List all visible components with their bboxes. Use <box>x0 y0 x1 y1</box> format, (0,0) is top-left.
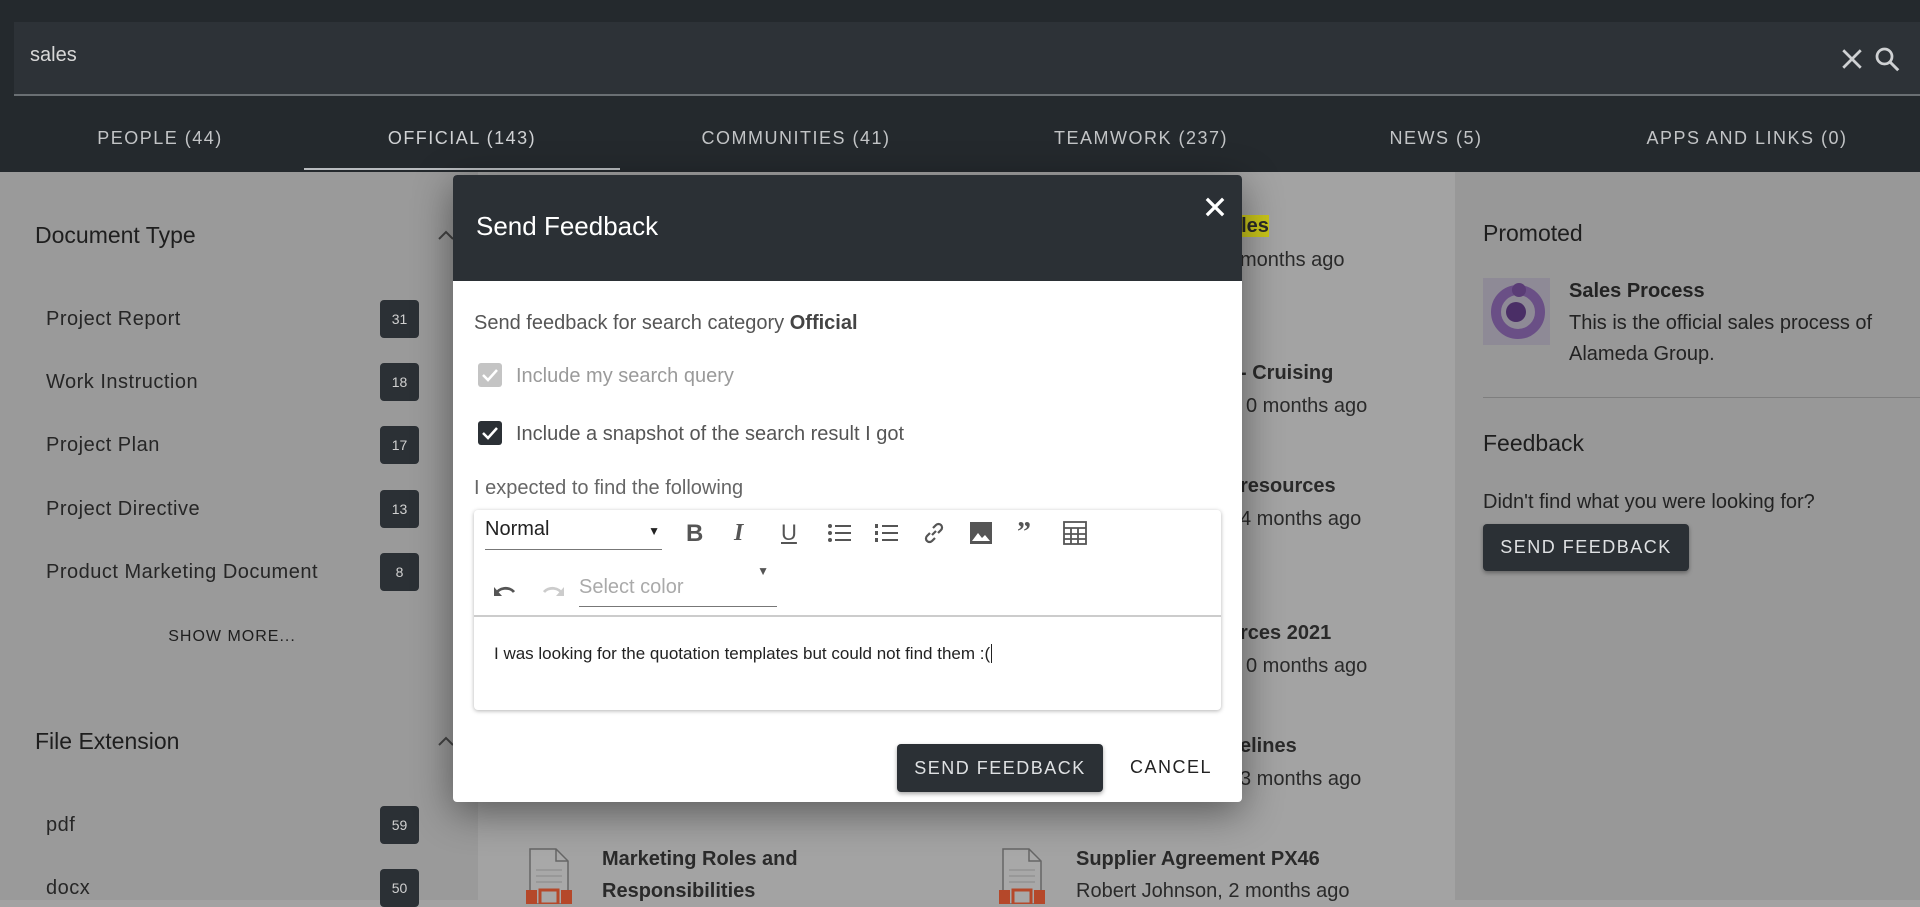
include-query-checkbox[interactable] <box>478 363 502 387</box>
result-meta: 4 months ago <box>1240 508 1362 530</box>
count-badge: 31 <box>380 300 419 338</box>
italic-icon[interactable]: I <box>734 520 760 546</box>
link-icon[interactable] <box>921 520 947 546</box>
right-panel: Promoted Sales Process This is the offic… <box>1455 172 1920 900</box>
dialog-intro: Send feedback for search category Offici… <box>474 312 858 334</box>
promoted-thumbnail[interactable] <box>1483 278 1550 345</box>
undo-icon[interactable] <box>492 576 518 602</box>
include-snapshot-checkbox[interactable] <box>478 421 502 445</box>
dialog-header: Send Feedback <box>453 175 1242 281</box>
search-icon[interactable] <box>1872 44 1902 74</box>
top-bar: PEOPLE (44) OFFICIAL (143) COMMUNITIES (… <box>0 0 1920 172</box>
tab-official[interactable]: OFFICIAL (143) <box>304 98 620 172</box>
result-meta: months ago <box>1240 249 1345 271</box>
count-badge: 17 <box>380 426 419 464</box>
bold-icon[interactable]: B <box>686 520 712 547</box>
document-type-heading: Document Type <box>35 222 196 248</box>
divider <box>1483 397 1920 398</box>
feedback-heading: Feedback <box>1483 430 1585 456</box>
result-title[interactable]: resources <box>1240 475 1336 498</box>
rich-text-editor: Normal ▼ B I U ” Select color ▼ I was look… <box>474 510 1221 710</box>
file-extension-heading: File Extension <box>35 728 180 754</box>
include-query-label: Include my search query <box>516 365 734 387</box>
result-title[interactable]: elines <box>1240 735 1297 758</box>
editor-toolbar: Normal ▼ B I U ” Select color ▼ <box>474 510 1221 617</box>
editor-content[interactable]: I was looking for the quotation template… <box>494 644 993 664</box>
send-feedback-button[interactable]: SEND FEEDBACK <box>1483 524 1689 571</box>
image-icon[interactable] <box>968 520 994 546</box>
format-select[interactable]: Normal ▼ <box>485 518 662 550</box>
count-badge: 13 <box>380 490 419 528</box>
tab-apps-and-links[interactable]: APPS AND LINKS (0) <box>1587 98 1907 172</box>
clear-icon[interactable] <box>1837 44 1867 74</box>
dropdown-arrow-icon: ▼ <box>648 524 660 538</box>
result-meta: 0 months ago <box>1246 655 1368 677</box>
tab-news[interactable]: NEWS (5) <box>1276 98 1596 172</box>
tab-teamwork[interactable]: TEAMWORK (237) <box>981 98 1301 172</box>
filter-project-report[interactable]: Project Report <box>46 308 181 331</box>
send-feedback-dialog: Send Feedback Send feedback for search c… <box>453 175 1242 802</box>
show-more-link[interactable]: SHOW MORE... <box>0 628 464 646</box>
search-category: Official <box>789 312 858 334</box>
dropdown-arrow-icon: ▼ <box>757 564 769 578</box>
count-badge: 8 <box>380 553 419 591</box>
bullet-list-icon[interactable] <box>826 520 852 546</box>
category-tabs: PEOPLE (44) OFFICIAL (143) COMMUNITIES (… <box>0 98 1920 172</box>
include-snapshot-label: Include a snapshot of the search result … <box>516 423 905 445</box>
result-meta: 0 months ago <box>1246 395 1368 417</box>
text-cursor: ​ <box>991 644 993 663</box>
table-icon[interactable] <box>1062 520 1088 546</box>
count-badge: 59 <box>380 806 419 844</box>
dialog-title: Send Feedback <box>476 211 659 241</box>
result-title[interactable]: rces 2021 <box>1240 622 1331 645</box>
filter-sidebar: Document Type Project Report 31 Work Ins… <box>0 172 478 907</box>
blockquote-icon[interactable]: ” <box>1017 519 1043 547</box>
filter-product-marketing-document[interactable]: Product Marketing Document <box>46 561 318 584</box>
result-meta: 3 months ago <box>1240 768 1362 790</box>
filter-project-directive[interactable]: Project Directive <box>46 498 200 521</box>
count-badge: 50 <box>380 869 419 907</box>
tab-communities[interactable]: COMMUNITIES (41) <box>636 98 956 172</box>
result-title[interactable]: - Cruising <box>1240 362 1333 385</box>
cancel-button[interactable]: CANCEL <box>1130 743 1211 791</box>
filter-docx[interactable]: docx <box>46 877 90 900</box>
count-badge: 18 <box>380 363 419 401</box>
result-title[interactable]: Marketing Roles and <box>602 848 798 871</box>
color-select[interactable]: Select color ▼ <box>579 564 777 607</box>
dialog-send-feedback-button[interactable]: SEND FEEDBACK <box>897 744 1103 792</box>
promoted-item-title[interactable]: Sales Process <box>1569 276 1705 307</box>
filter-project-plan[interactable]: Project Plan <box>46 434 160 457</box>
tab-people[interactable]: PEOPLE (44) <box>0 98 320 172</box>
document-icon <box>999 848 1045 904</box>
search-bar <box>14 22 1920 96</box>
close-icon[interactable] <box>1201 193 1229 221</box>
promoted-item-desc: This is the official sales process of <box>1569 312 1873 334</box>
result-title[interactable]: Supplier Agreement PX46 <box>1076 848 1320 871</box>
underline-icon[interactable]: U <box>781 520 807 546</box>
feedback-prompt: Didn't find what you were looking for? <box>1483 491 1815 513</box>
promoted-item-desc: Alameda Group. <box>1569 343 1715 365</box>
filter-work-instruction[interactable]: Work Instruction <box>46 371 198 394</box>
document-icon <box>526 848 572 904</box>
expected-label: I expected to find the following <box>474 477 744 499</box>
promoted-heading: Promoted <box>1483 220 1583 246</box>
redo-icon[interactable] <box>540 576 566 602</box>
filter-pdf[interactable]: pdf <box>46 814 75 837</box>
numbered-list-icon[interactable] <box>873 520 899 546</box>
search-input[interactable] <box>30 44 1730 67</box>
